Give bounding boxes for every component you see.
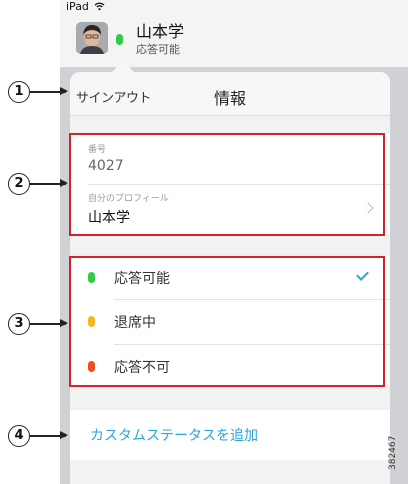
callout-arrow-3	[30, 319, 68, 327]
add-custom-status-button[interactable]: カスタムステータスを追加	[90, 425, 258, 445]
presence-indicator	[116, 34, 123, 45]
callout-frame-info	[69, 133, 385, 236]
callout-1: 1	[8, 81, 30, 103]
callout-arrow-2	[30, 179, 68, 187]
figure-id: 382467	[388, 435, 398, 470]
device-label: iPad	[66, 0, 89, 13]
callout-arrow-1	[30, 87, 68, 95]
status-bar: iPad	[66, 0, 105, 13]
callout-2: 2	[8, 173, 30, 195]
add-custom-status-row[interactable]: カスタムステータスを追加	[70, 410, 390, 460]
popover-caret	[112, 61, 134, 72]
callout-arrow-4	[30, 431, 68, 439]
avatar[interactable]	[76, 22, 108, 54]
wifi-icon	[94, 2, 105, 11]
callout-frame-status	[69, 256, 385, 387]
user-status: 応答可能	[136, 43, 180, 56]
callout-4: 4	[8, 425, 30, 447]
user-photo	[76, 22, 108, 54]
callout-3: 3	[8, 313, 30, 335]
top-bar	[60, 0, 408, 68]
user-name[interactable]: 山本学	[136, 18, 184, 42]
